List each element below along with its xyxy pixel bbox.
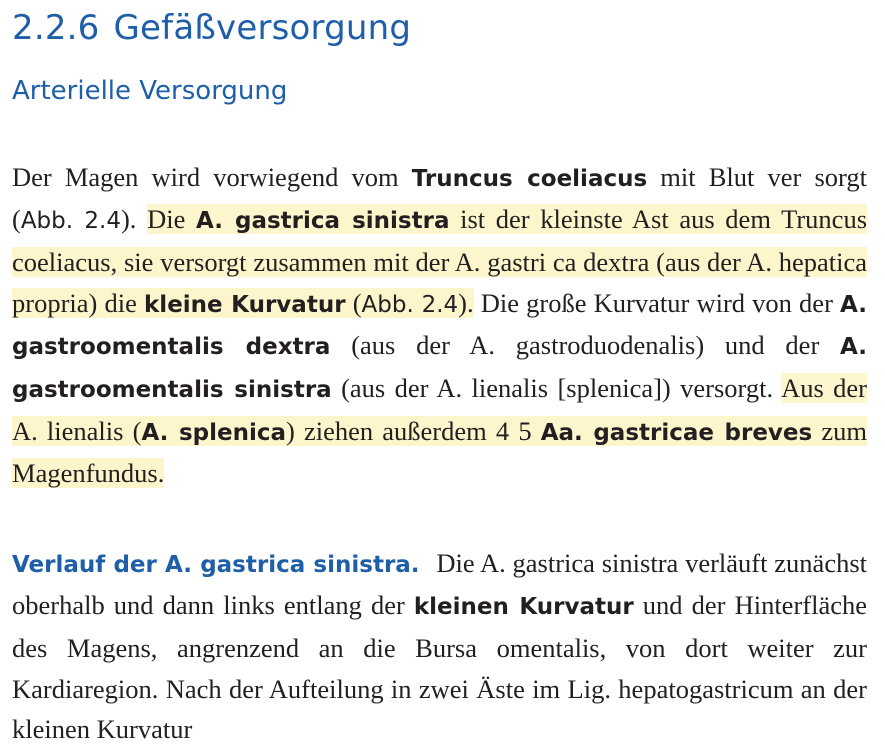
text-run: (aus der A. gastroduodenalis) und der xyxy=(330,330,840,360)
figure-reference[interactable]: Abb. 2.4 xyxy=(21,208,121,234)
section-heading: 2.2.6 Gefäßversorgung xyxy=(12,8,411,48)
text-run: ). xyxy=(458,288,473,318)
figure-reference[interactable]: Abb. 2.4 xyxy=(362,292,459,318)
text-run: Die große Kurvatur wird von der xyxy=(474,288,840,318)
paragraph-arterial-supply: Der Magen wird vorwiegend vom Truncus co… xyxy=(12,157,867,495)
text-run: Die xyxy=(147,204,196,234)
section-number: 2.2.6 xyxy=(12,8,100,48)
text-run: (aus der A. lienalis [splenica]) versorg… xyxy=(332,373,781,403)
bold-term: Truncus coeliacus xyxy=(412,166,647,192)
bold-term: A. splenica xyxy=(141,420,286,446)
text-run: ) ziehen außerdem 4 5 xyxy=(286,416,541,446)
bold-term: A. gastrica sinistra xyxy=(196,208,449,234)
bold-term: kleine Kurvatur xyxy=(144,292,346,318)
text-run: Der Magen wird vorwiegend vom xyxy=(12,162,412,192)
bold-term: Aa. gastricae breves xyxy=(541,420,812,446)
section-title: Gefäßversorgung xyxy=(114,8,412,48)
paragraph-course-gastrica-sinistra: Verlauf der A. gastrica sinistra. Die A.… xyxy=(12,543,867,750)
text-run: ( xyxy=(346,288,362,318)
text-run: ). xyxy=(121,204,147,234)
run-in-heading: Verlauf der A. gastrica sinistra. xyxy=(12,552,420,578)
bold-term: kleinen Kurvatur xyxy=(414,594,634,620)
subsection-heading: Arterielle Versorgung xyxy=(12,76,287,106)
